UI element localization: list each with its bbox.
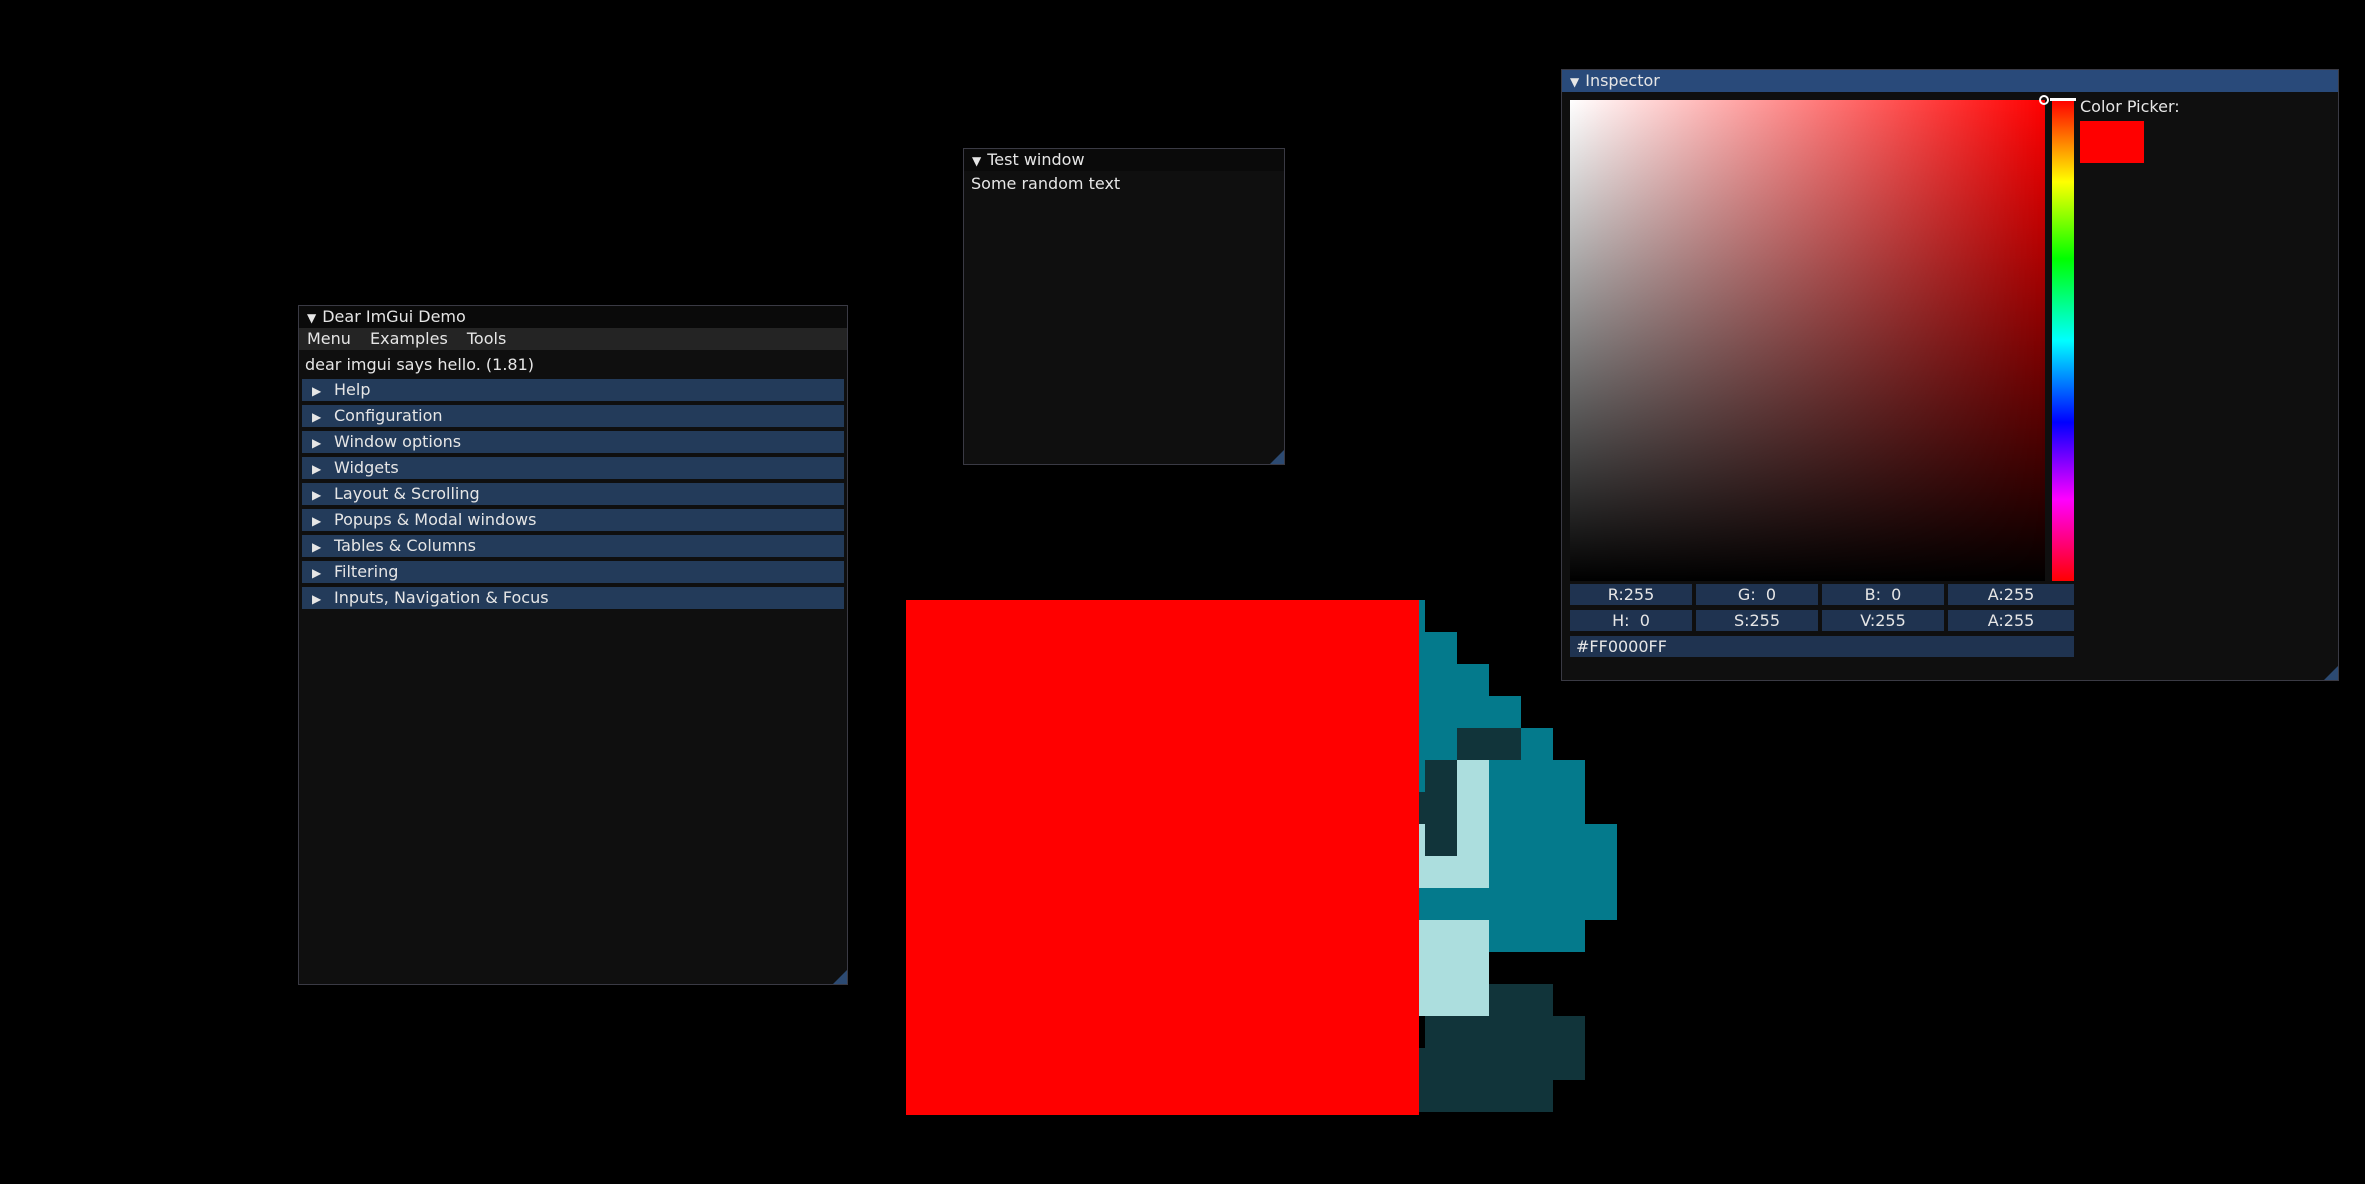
header-window-options[interactable]: ▶ Window options [302, 431, 844, 453]
inspector-titlebar[interactable]: ▼ Inspector [1562, 70, 2338, 92]
sprite-pixel [1415, 824, 1617, 920]
sv-cursor-icon[interactable] [2039, 95, 2049, 105]
rgba-g-field[interactable]: G: 0 [1696, 584, 1818, 605]
sprite-pixel [1425, 856, 1489, 888]
sprite-pixel [1415, 632, 1457, 664]
sprite-pixel [1415, 792, 1425, 824]
sprite-pixel [1415, 952, 1489, 984]
resize-grip-icon[interactable] [2324, 666, 2338, 680]
test-window-text: Some random text [971, 174, 1121, 193]
tree-arrow-icon: ▶ [312, 592, 322, 606]
tree-arrow-icon: ▶ [312, 384, 322, 398]
test-window[interactable]: ▼ Test window Some random text [963, 148, 1285, 465]
header-label: Inputs, Navigation & Focus [334, 588, 549, 607]
demo-window-title: Dear ImGui Demo [322, 307, 466, 326]
sprite-pixel [1415, 600, 1425, 632]
resize-grip-icon[interactable] [833, 970, 847, 984]
rgba-r-field[interactable]: R:255 [1570, 584, 1692, 605]
resize-grip-icon[interactable] [1270, 450, 1284, 464]
menu-bar: Menu Examples Tools [299, 328, 847, 350]
header-configuration[interactable]: ▶ Configuration [302, 405, 844, 427]
sprite-pixel [1425, 1016, 1585, 1080]
demo-window-titlebar[interactable]: ▼ Dear ImGui Demo [299, 306, 847, 328]
header-label: Filtering [334, 562, 399, 581]
sprite-pixel [1457, 728, 1521, 760]
header-list: ▶ Help ▶ Configuration ▶ Window options ▶ Wi… [299, 379, 847, 609]
collapse-arrow-icon[interactable]: ▼ [1570, 71, 1579, 92]
header-label: Help [334, 380, 371, 399]
header-tables-columns[interactable]: ▶ Tables & Columns [302, 535, 844, 557]
sprite-pixel [1489, 984, 1553, 1016]
sprite-pixel [1415, 760, 1585, 824]
tree-arrow-icon: ▶ [312, 436, 322, 450]
hsva-a-field[interactable]: A:255 [1948, 610, 2074, 631]
red-color-block [906, 600, 1419, 1115]
sprite-pixel [1415, 920, 1585, 952]
header-label: Popups & Modal windows [334, 510, 537, 529]
hue-slider[interactable] [2052, 100, 2074, 581]
sprite-pixel [1415, 824, 1425, 888]
hue-marker-icon [2050, 98, 2076, 101]
hello-text: dear imgui says hello. (1.81) [305, 355, 535, 374]
tree-arrow-icon: ▶ [312, 540, 322, 554]
header-help[interactable]: ▶ Help [302, 379, 844, 401]
menu-item-examples[interactable]: Examples [370, 329, 448, 348]
header-widgets[interactable]: ▶ Widgets [302, 457, 844, 479]
tree-arrow-icon: ▶ [312, 514, 322, 528]
header-label: Widgets [334, 458, 399, 477]
hsva-s-field[interactable]: S:255 [1696, 610, 1818, 631]
header-label: Layout & Scrolling [334, 484, 480, 503]
tree-arrow-icon: ▶ [312, 410, 322, 424]
tree-arrow-icon: ▶ [312, 566, 322, 580]
sprite-pixel [1415, 696, 1521, 728]
header-layout-scrolling[interactable]: ▶ Layout & Scrolling [302, 483, 844, 505]
rgba-a-field[interactable]: A:255 [1948, 584, 2074, 605]
header-filtering[interactable]: ▶ Filtering [302, 561, 844, 583]
saturation-value-square[interactable] [1570, 100, 2045, 581]
sprite-pixel [1415, 664, 1489, 696]
test-window-titlebar[interactable]: ▼ Test window [964, 149, 1284, 171]
sprite-pixel [1415, 1048, 1425, 1080]
tree-arrow-icon: ▶ [312, 462, 322, 476]
sprite-pixel [1415, 728, 1553, 760]
picker-label: Color Picker: [2080, 97, 2180, 116]
inspector-window[interactable]: ▼ Inspector Color Picker: R:255 G: 0 B: 0… [1561, 69, 2339, 681]
sprite-pixel [1415, 1080, 1553, 1112]
header-inputs-navigation[interactable]: ▶ Inputs, Navigation & Focus [302, 587, 844, 609]
tree-arrow-icon: ▶ [312, 488, 322, 502]
sprite-pixel [1415, 920, 1489, 1016]
collapse-arrow-icon[interactable]: ▼ [307, 307, 316, 328]
color-preview-swatch[interactable] [2080, 121, 2144, 163]
header-label: Configuration [334, 406, 443, 425]
sprite-pixel [1457, 760, 1489, 888]
menu-item-tools[interactable]: Tools [467, 329, 506, 348]
collapse-arrow-icon[interactable]: ▼ [972, 150, 981, 171]
demo-window[interactable]: ▼ Dear ImGui Demo Menu Examples Tools dea… [298, 305, 848, 985]
test-window-title: Test window [987, 150, 1085, 169]
header-label: Tables & Columns [334, 536, 476, 555]
header-label: Window options [334, 432, 462, 451]
rgba-b-field[interactable]: B: 0 [1822, 584, 1944, 605]
hex-field[interactable]: #FF0000FF [1570, 636, 2074, 657]
hsva-v-field[interactable]: V:255 [1822, 610, 1944, 631]
sprite-pixel [1425, 760, 1457, 856]
menu-item-menu[interactable]: Menu [307, 329, 351, 348]
inspector-title: Inspector [1585, 71, 1660, 90]
header-popups-modal[interactable]: ▶ Popups & Modal windows [302, 509, 844, 531]
hsva-h-field[interactable]: H: 0 [1570, 610, 1692, 631]
